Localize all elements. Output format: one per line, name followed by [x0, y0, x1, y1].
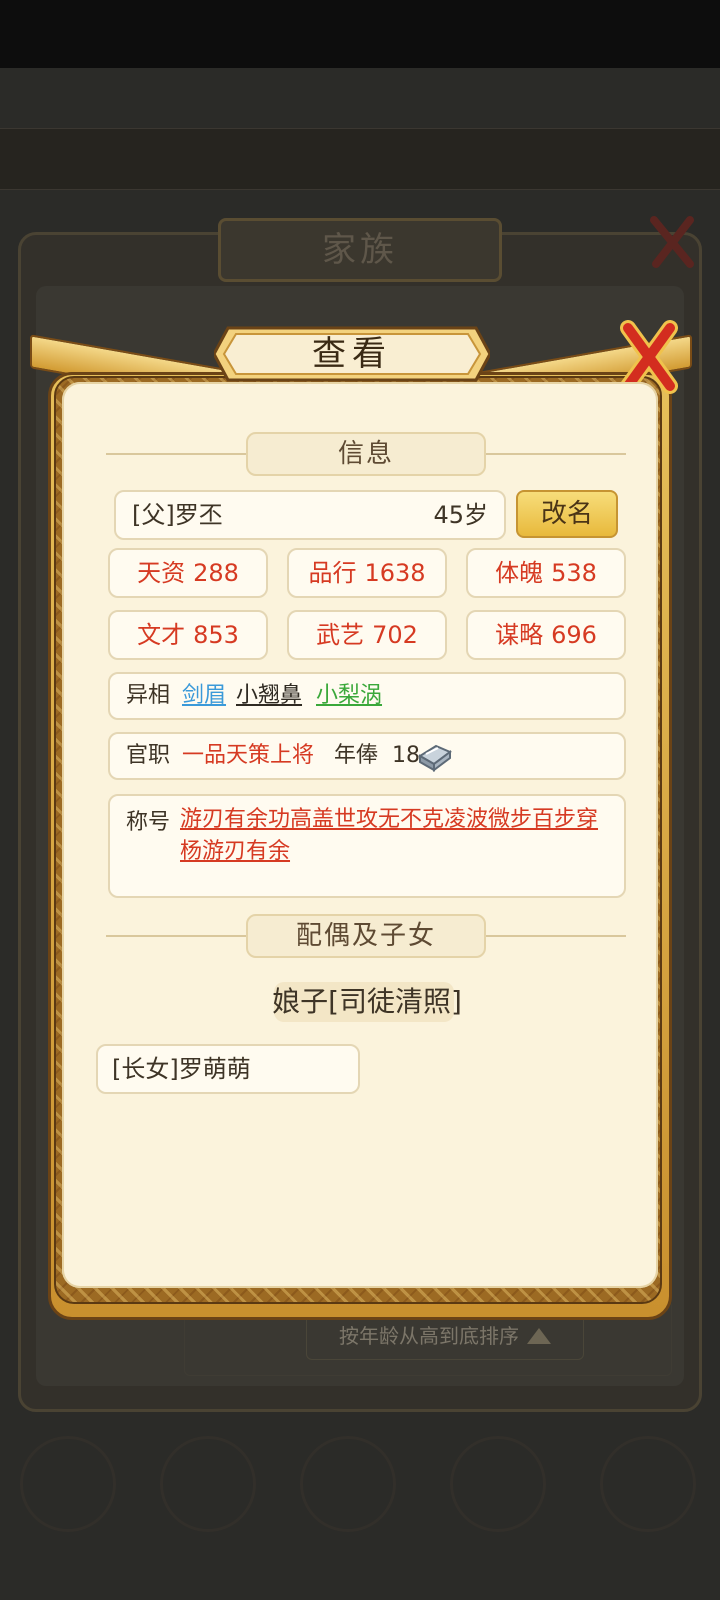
silver-ingot-icon: [418, 744, 452, 772]
stat-physique: 体魄 538: [466, 548, 626, 598]
nav-item: [280, 1426, 410, 1600]
stat-talent: 天资 288: [108, 548, 268, 598]
name-field: [父]罗丕 45岁: [114, 490, 506, 540]
background-family-title: 家族: [218, 218, 502, 282]
nav-item: [430, 1426, 560, 1600]
info-section-header: 信息: [106, 432, 626, 476]
background-bottom-nav: [0, 1426, 720, 1600]
nav-item: [140, 1426, 270, 1600]
background-hud: [0, 128, 720, 190]
child-entry[interactable]: [长女]罗萌萌: [96, 1044, 360, 1094]
dialog-title-plate: 查看: [214, 326, 490, 382]
child-name: [长女]罗萌萌: [112, 1055, 251, 1083]
person-name: [父]罗丕: [132, 501, 223, 529]
sort-label: 按年龄从高到底排序: [339, 1324, 519, 1348]
titles-box: 称号 游刃有余功高盖世攻无不克凌波微步百步穿杨游刃有余: [108, 794, 626, 898]
nav-item: [0, 1426, 130, 1600]
stat-conduct: 品行 1638: [287, 548, 447, 598]
spouse-name: 娘子[司徒清照]: [272, 985, 462, 1018]
office-row: 官职 一品天策上将 年俸 18: [108, 732, 626, 780]
triangle-up-icon: [527, 1328, 551, 1344]
office-label: 官职: [126, 743, 171, 768]
family-section-title: 配偶及子女: [295, 921, 436, 951]
stat-martial: 武艺 702: [287, 610, 447, 660]
feature-trait[interactable]: 小翘鼻: [236, 674, 302, 718]
info-section-title: 信息: [337, 439, 394, 469]
rename-button[interactable]: 改名: [516, 490, 618, 538]
titles-list[interactable]: 游刃有余功高盖世攻无不克凌波微步百步穿杨游刃有余: [180, 804, 610, 868]
dialog-content: 信息 [父]罗丕 45岁 改名 天资 288 品行 1638 体魄 538 文才 853…: [62, 382, 658, 1288]
titles-label: 称号: [126, 810, 171, 835]
features-label: 异相: [126, 683, 171, 708]
features-row: 异相 剑眉 小翘鼻 小梨涡: [108, 672, 626, 720]
nav-item: [580, 1426, 710, 1600]
background-close-icon: [650, 216, 694, 268]
office-rank: 一品天策上将: [182, 743, 315, 768]
feature-trait[interactable]: 剑眉: [182, 674, 226, 718]
salary-label: 年俸: [334, 743, 379, 768]
view-dialog: 查看 信息 [父]罗丕 45岁 改名 天资 288 品行 1638 体魄 538 文才…: [30, 320, 692, 1320]
family-section-header: 配偶及子女: [106, 914, 626, 958]
feature-trait[interactable]: 小梨涡: [316, 674, 382, 718]
sort-by-age-button[interactable]: 按年龄从高到底排序: [306, 1314, 584, 1360]
dialog-title: 查看: [312, 334, 392, 374]
status-bar-area: [0, 0, 720, 68]
stat-strategy: 谋略 696: [466, 610, 626, 660]
stat-literary: 文才 853: [108, 610, 268, 660]
person-age: 45岁: [433, 501, 488, 529]
spouse-entry[interactable]: 娘子[司徒清照]: [262, 980, 472, 1024]
